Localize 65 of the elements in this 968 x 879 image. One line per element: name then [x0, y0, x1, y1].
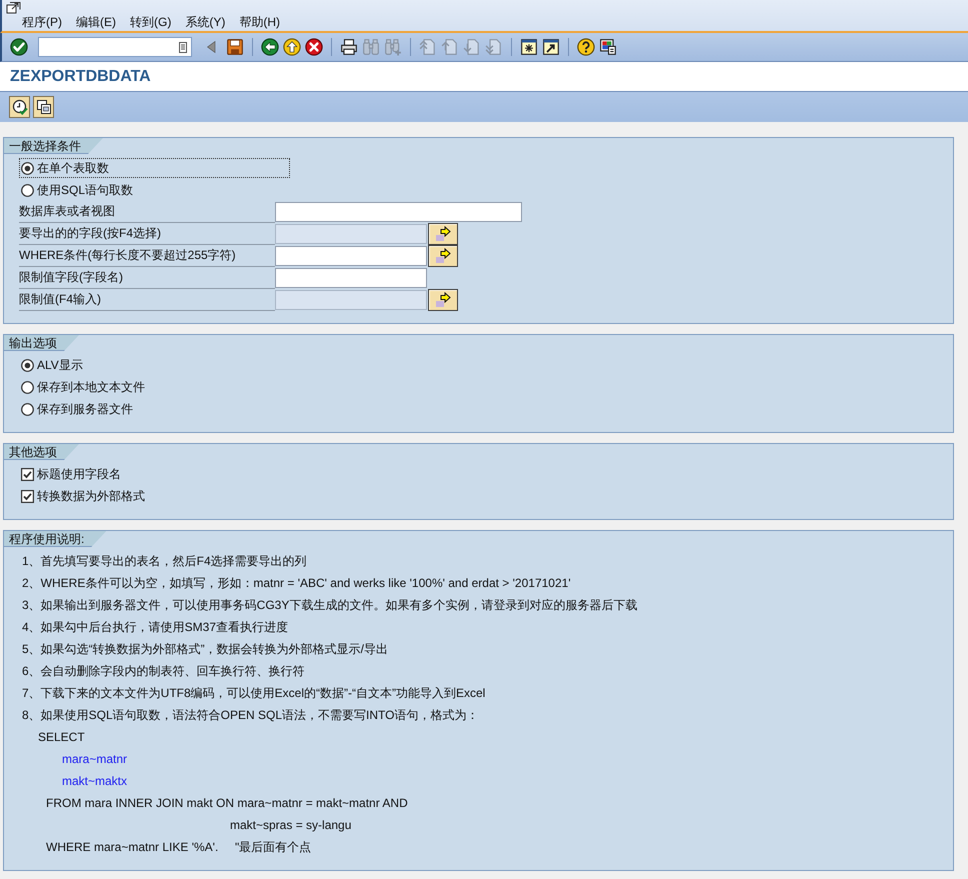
instruction-line: makt~spras = sy-langu — [230, 818, 352, 832]
radio-label: 保存到本地文本文件 — [37, 378, 145, 396]
instruction-line: SELECT — [38, 730, 85, 744]
command-field[interactable] — [38, 37, 192, 57]
radio-button[interactable] — [21, 402, 34, 416]
field-label: 数据库表或者视图 — [19, 201, 275, 223]
arrow-icon — [435, 292, 451, 308]
multiple-selection-button[interactable] — [428, 245, 458, 267]
section-title: 输出选项 — [4, 335, 79, 351]
pages-icon — [36, 99, 52, 115]
field-label: 限制值字段(字段名) — [19, 267, 275, 289]
arrow-icon — [435, 248, 451, 264]
triangle-icon[interactable] — [206, 38, 216, 56]
field-label: WHERE条件(每行长度不要超过255字符) — [19, 245, 275, 267]
instruction-line: makt~maktx — [62, 774, 128, 788]
instruction-line: mara~matnr — [62, 752, 128, 766]
checkbox-label: 标题使用字段名 — [37, 466, 121, 482]
checkbox[interactable] — [21, 490, 34, 502]
cancel-icon[interactable] — [305, 38, 323, 56]
monitor-icon[interactable] — [599, 38, 617, 56]
input-field[interactable] — [275, 246, 427, 266]
radio-label: ALV显示 — [37, 356, 83, 374]
radio-button[interactable] — [21, 184, 34, 196]
execute-background-button[interactable] — [9, 96, 30, 118]
document-icon[interactable] — [178, 40, 188, 54]
section-title: 一般选择条件 — [4, 138, 103, 154]
instruction-line: WHERE mara~matnr LIKE '%A'. "最后面有个点 — [46, 840, 312, 854]
field-label: 限制值(F4输入) — [19, 289, 275, 311]
window-icon[interactable] — [6, 1, 21, 14]
instruction-line: 8、如果使用SQL语句取数，语法符合OPEN SQL语法，不需要写INTO语句，格式为： — [22, 708, 478, 722]
input-field[interactable] — [275, 268, 427, 288]
radio-label: 保存到服务器文件 — [37, 400, 133, 418]
radio-button[interactable] — [21, 380, 34, 394]
instruction-line: FROM mara INNER JOIN makt ON mara~matnr = makt~matnr AND — [46, 796, 408, 810]
field-label: 要导出的的字段(按F4选择) — [19, 223, 275, 245]
arrow-icon — [435, 226, 451, 242]
radio-button[interactable] — [21, 358, 34, 372]
radio-label: 在单个表取数 — [37, 160, 109, 176]
printer-icon[interactable] — [340, 38, 358, 56]
radio-label: 使用SQL语句取数 — [37, 182, 134, 198]
shortcut-icon[interactable] — [542, 38, 560, 56]
menu-item[interactable]: 编辑(E) — [76, 14, 116, 31]
check-icon[interactable] — [10, 38, 28, 56]
checkbox[interactable] — [21, 468, 34, 480]
instruction-line: 7、下载下来的文本文件为UTF8编码，可以使用Excel的“数据”-“自文本”功能导入到Excel — [22, 686, 486, 700]
radio-button[interactable] — [21, 162, 34, 174]
instruction-line: 3、如果输出到服务器文件，可以使用事务码CG3Y下载生成的文件。如果有多个实例，请登录到对应的服务器后下载 — [22, 598, 638, 612]
input-field[interactable] — [275, 202, 522, 222]
menu-item[interactable]: 转到(G) — [130, 14, 172, 31]
section-title: 程序使用说明: — [4, 531, 106, 547]
menu-item[interactable]: 程序(P) — [22, 14, 62, 31]
instruction-line: 1、首先填写要导出的表名，然后F4选择需要导出的列 — [22, 554, 307, 568]
menu-item[interactable]: 帮助(H) — [239, 14, 280, 31]
menu-item[interactable]: 系统(Y) — [185, 14, 226, 31]
instruction-line: 6、会自动删除字段内的制表符、回车换行符、换行符 — [22, 664, 305, 678]
screen-title: ZEXPORTDBDATA — [10, 68, 151, 86]
checkbox-label: 转换数据为外部格式 — [37, 488, 145, 504]
instruction-line: 2、WHERE条件可以为空，如填写，形如：matnr = 'ABC' and werks like '100%' and erdat > '20171021' — [22, 576, 571, 590]
new-window-icon[interactable] — [520, 38, 538, 56]
clock-check-icon — [12, 99, 28, 115]
instruction-line: 5、如果勾选“转换数据为外部格式”，数据会转换为外部格式显示/导出 — [22, 642, 388, 656]
instruction-line: 4、如果勾中后台执行，请使用SM37查看执行进度 — [22, 620, 288, 634]
variants-button[interactable] — [33, 96, 54, 118]
help-icon[interactable] — [577, 38, 595, 56]
section-title: 其他选项 — [4, 444, 79, 460]
